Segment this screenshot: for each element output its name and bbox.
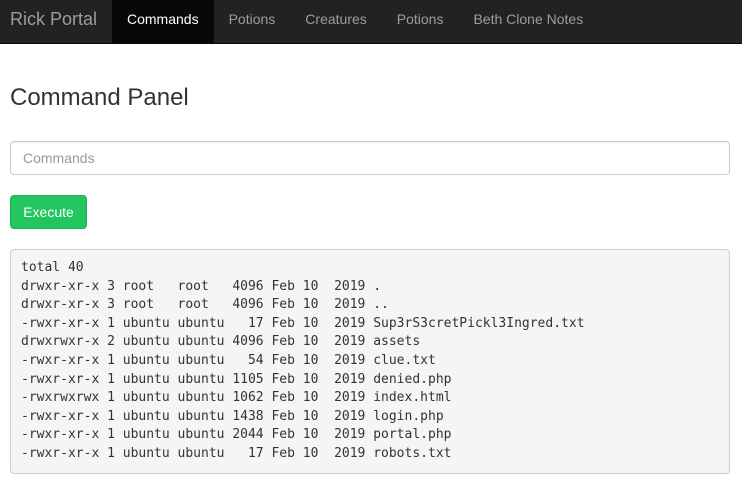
nav-item-beth-clone-notes[interactable]: Beth Clone Notes	[458, 0, 598, 44]
command-input[interactable]	[10, 141, 730, 175]
output-line: -rwxr-xr-x 1 ubuntu ubuntu 1438 Feb 10 2…	[21, 408, 444, 424]
output-line: drwxr-xr-x 3 root root 4096 Feb 10 2019 …	[21, 297, 389, 313]
top-navbar: Rick Portal Commands Potions Creatures P…	[0, 0, 742, 44]
output-line: -rwxrwxrwx 1 ubuntu ubuntu 1062 Feb 10 2…	[21, 390, 452, 406]
output-line: -rwxr-xr-x 1 ubuntu ubuntu 2044 Feb 10 2…	[21, 427, 452, 443]
nav-item-potions[interactable]: Potions	[214, 0, 291, 44]
output-line: -rwxr-xr-x 1 ubuntu ubuntu 1105 Feb 10 2…	[21, 371, 452, 387]
nav-item-commands[interactable]: Commands	[112, 0, 214, 44]
output-line: drwxrwxr-x 2 ubuntu ubuntu 4096 Feb 10 2…	[21, 334, 421, 350]
output-line: -rwxr-xr-x 1 ubuntu ubuntu 17 Feb 10 201…	[21, 315, 585, 331]
command-output: total 40 drwxr-xr-x 3 root root 4096 Feb …	[10, 249, 730, 474]
nav-item-creatures[interactable]: Creatures	[290, 0, 381, 44]
output-line: total 40	[21, 260, 84, 275]
page-title: Command Panel	[10, 84, 189, 111]
output-line: drwxr-xr-x 3 root root 4096 Feb 10 2019 …	[21, 278, 382, 294]
nav-menu: Commands Potions Creatures Potions Beth …	[112, 0, 598, 44]
output-line: -rwxr-xr-x 1 ubuntu ubuntu 54 Feb 10 201…	[21, 352, 436, 368]
output-line: -rwxr-xr-x 1 ubuntu ubuntu 17 Feb 10 201…	[21, 445, 452, 461]
nav-item-potions-2[interactable]: Potions	[382, 0, 459, 44]
execute-button[interactable]: Execute	[10, 195, 87, 229]
brand-link[interactable]: Rick Portal	[10, 0, 97, 44]
